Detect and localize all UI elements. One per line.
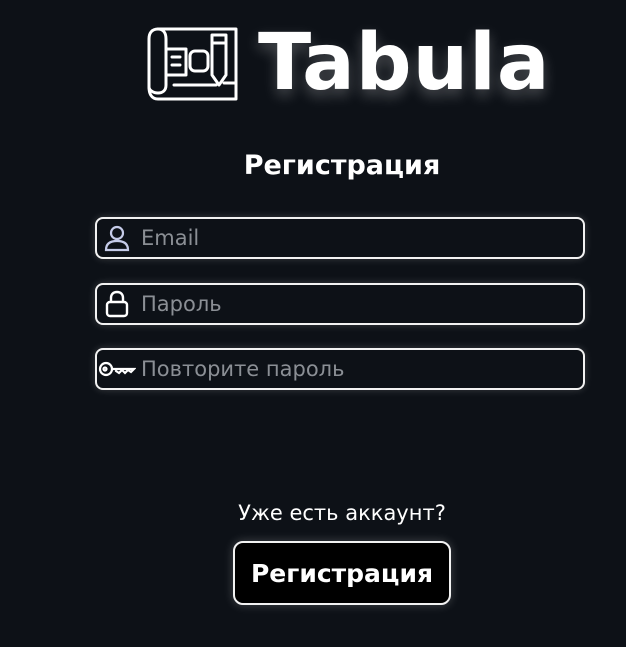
password-repeat-field[interactable] <box>95 348 585 390</box>
blueprint-pencil-icon <box>147 27 238 101</box>
password-input[interactable] <box>137 285 583 323</box>
brand-logo: Tabula <box>146 18 551 108</box>
email-input[interactable] <box>137 219 583 257</box>
lock-icon <box>97 284 137 324</box>
email-field[interactable] <box>95 217 585 259</box>
user-icon <box>97 218 137 258</box>
key-icon <box>97 349 137 389</box>
login-link[interactable]: Уже есть аккаунт? <box>0 501 626 525</box>
password-field[interactable] <box>95 283 585 325</box>
brand-name: Tabula <box>258 18 551 108</box>
register-button[interactable]: Регистрация <box>233 541 451 605</box>
page-title: Регистрация <box>243 150 441 181</box>
password-repeat-input[interactable] <box>137 350 583 388</box>
